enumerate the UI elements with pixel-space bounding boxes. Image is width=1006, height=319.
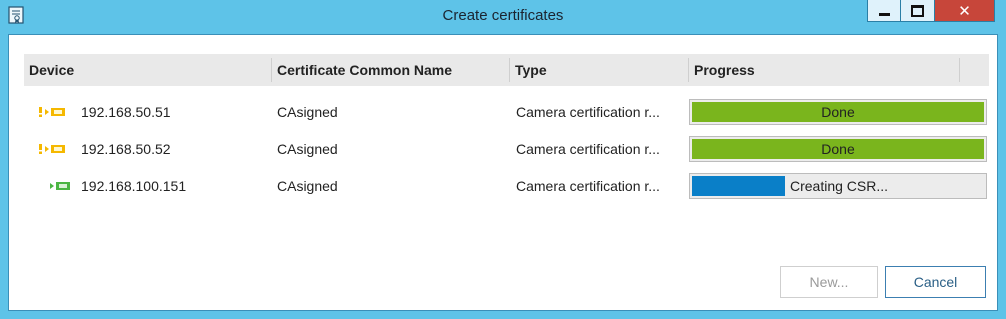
table-header: Device Certificate Common Name Type Prog… [24, 54, 989, 86]
table-row[interactable]: 192.168.50.51 CAsigned Camera certificat… [24, 97, 989, 127]
progress-bar: Done [689, 99, 987, 125]
camera-warning-icon [39, 144, 65, 154]
type-cell: Camera certification r... [516, 104, 660, 120]
window-title: Create certificates [442, 7, 564, 24]
cancel-button[interactable]: Cancel [885, 266, 986, 298]
device-address: 192.168.50.51 [81, 104, 171, 120]
create-certificates-window: Create certificates ✕ Device Certificate… [0, 0, 1006, 319]
minimize-button[interactable] [867, 0, 901, 22]
progress-fill [692, 176, 785, 196]
column-header-device[interactable]: Device [24, 54, 271, 86]
maximize-icon [911, 4, 924, 17]
close-button[interactable]: ✕ [935, 0, 995, 22]
minimize-icon [878, 12, 890, 16]
table-row[interactable]: 192.168.100.151 CAsigned Camera certific… [24, 171, 989, 201]
device-address: 192.168.100.151 [81, 178, 187, 194]
new-button[interactable]: New... [780, 266, 878, 298]
table-row[interactable]: 192.168.50.52 CAsigned Camera certificat… [24, 134, 989, 164]
progress-label: Done [821, 104, 855, 120]
type-cell: Camera certification r... [516, 141, 660, 157]
title-bar[interactable]: Create certificates ✕ [0, 0, 1006, 34]
column-header-type[interactable]: Type [510, 54, 688, 86]
progress-bar: Creating CSR... [689, 173, 987, 199]
camera-icon [50, 182, 70, 190]
progress-label: Creating CSR... [790, 178, 889, 194]
common-name-cell: CAsigned [277, 141, 338, 157]
progress-label: Done [821, 141, 855, 157]
camera-warning-icon [39, 107, 65, 117]
maximize-button[interactable] [901, 0, 935, 22]
column-divider[interactable] [959, 58, 960, 82]
column-header-common-name[interactable]: Certificate Common Name [272, 54, 509, 86]
common-name-cell: CAsigned [277, 104, 338, 120]
close-icon: ✕ [958, 1, 971, 20]
type-cell: Camera certification r... [516, 178, 660, 194]
common-name-cell: CAsigned [277, 178, 338, 194]
column-header-progress[interactable]: Progress [689, 54, 959, 86]
device-address: 192.168.50.52 [81, 141, 171, 157]
progress-bar: Done [689, 136, 987, 162]
dialog-body: Device Certificate Common Name Type Prog… [8, 34, 998, 311]
